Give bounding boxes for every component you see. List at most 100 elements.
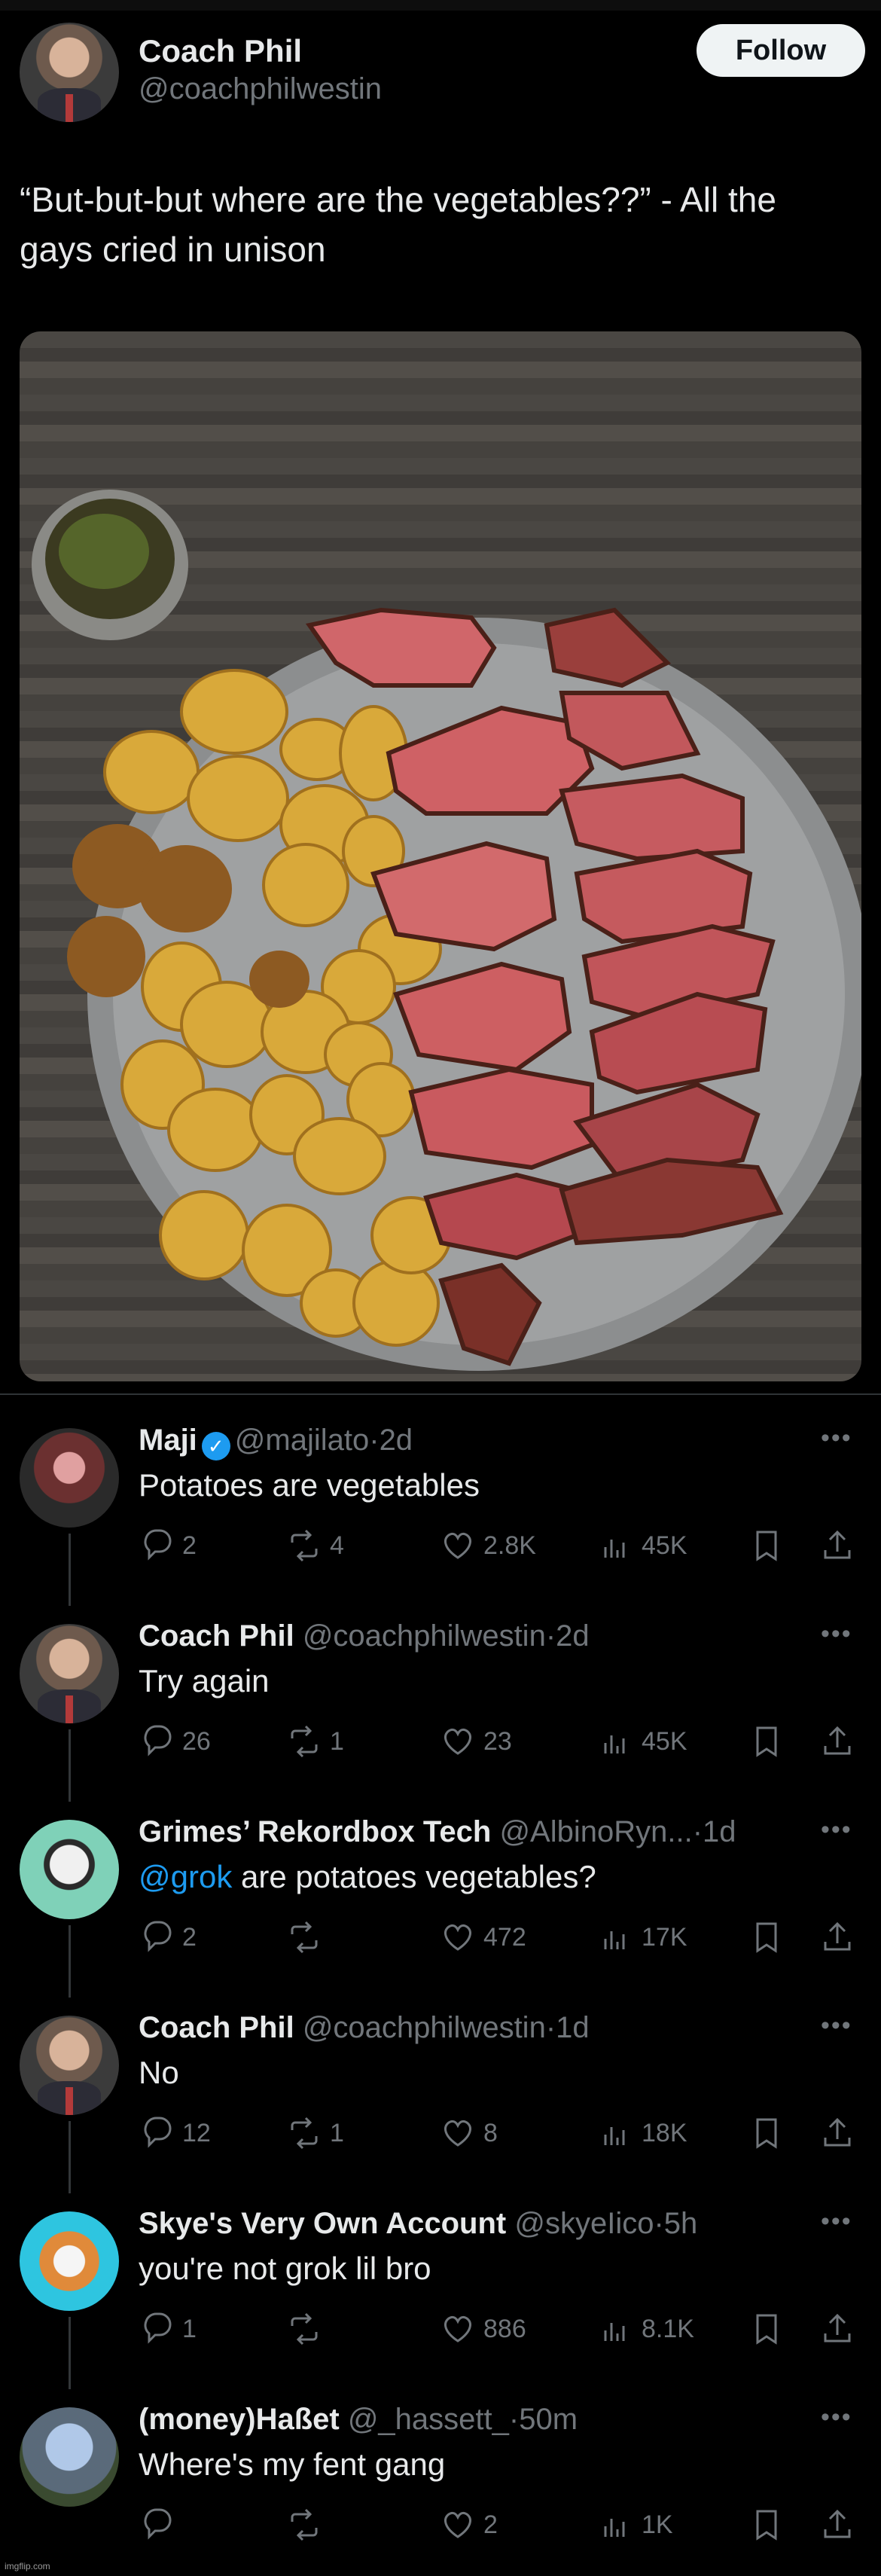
reply-item[interactable]: Maji ✓ @majilato·2d ••• Potatoes are veget… bbox=[0, 1401, 881, 1606]
reply-button[interactable]: 26 bbox=[139, 1720, 211, 1763]
reply-avatar[interactable] bbox=[20, 1820, 119, 1919]
post-header: Coach Phil @coachphilwestin Follow bbox=[20, 23, 865, 124]
reply-author-name[interactable]: Grimes’ Rekordbox Tech bbox=[139, 1815, 491, 1848]
reply-button[interactable] bbox=[139, 2504, 182, 2546]
reply-timestamp[interactable]: 50m bbox=[519, 2403, 578, 2436]
view-count: 1K bbox=[642, 2510, 673, 2539]
like-count: 2 bbox=[483, 2510, 498, 2539]
reply-author-name[interactable]: Maji bbox=[139, 1424, 197, 1457]
bookmark-icon bbox=[756, 2118, 777, 2149]
share-button[interactable] bbox=[819, 2504, 863, 2546]
reply-avatar[interactable] bbox=[20, 2016, 119, 2115]
reply-author-handle[interactable]: @coachphilwestin bbox=[303, 1619, 546, 1653]
repost-icon bbox=[291, 2508, 318, 2541]
reply-button[interactable]: 2 bbox=[139, 1525, 197, 1567]
reply-count: 26 bbox=[182, 1726, 211, 1756]
repost-button[interactable]: 1 bbox=[286, 2112, 344, 2154]
reply-avatar[interactable] bbox=[20, 2211, 119, 2311]
reply-author-name[interactable]: Skye's Very Own Account bbox=[139, 2207, 506, 2240]
reply-header: Grimes’ Rekordbox Tech @AlbinoRyn...·1d bbox=[139, 1815, 736, 1849]
bookmark-icon bbox=[756, 1922, 777, 1953]
more-icon[interactable]: ••• bbox=[821, 2011, 852, 2040]
reply-item[interactable]: Grimes’ Rekordbox Tech @AlbinoRyn...·1d … bbox=[0, 1793, 881, 1998]
reply-timestamp[interactable]: 2d bbox=[380, 1424, 413, 1457]
follow-button[interactable]: Follow bbox=[697, 24, 865, 77]
reply-author-handle[interactable]: @_hassett_ bbox=[348, 2403, 509, 2436]
views-button[interactable]: 1K bbox=[598, 2504, 673, 2546]
bookmark-button[interactable] bbox=[748, 2504, 792, 2546]
reply-button[interactable]: 1 bbox=[139, 2308, 197, 2350]
reply-avatar[interactable] bbox=[20, 1624, 119, 1723]
post-photo[interactable] bbox=[20, 331, 861, 1381]
reply-avatar[interactable] bbox=[20, 1428, 119, 1528]
like-button[interactable]: 8 bbox=[440, 2112, 498, 2154]
like-button[interactable]: 23 bbox=[440, 1720, 512, 1763]
reply-count: 2 bbox=[182, 1531, 197, 1560]
reply-item[interactable]: (money)Haßet @_hassett_·50m ••• Where's … bbox=[0, 2380, 881, 2576]
share-button[interactable] bbox=[819, 1720, 863, 1763]
like-button[interactable]: 886 bbox=[440, 2308, 526, 2350]
reply-timestamp[interactable]: 2d bbox=[556, 1619, 590, 1653]
reply-button[interactable]: 2 bbox=[139, 1916, 197, 1958]
reply-item[interactable]: Coach Phil @coachphilwestin·1d ••• No 12… bbox=[0, 1988, 881, 2193]
share-button[interactable] bbox=[819, 1525, 863, 1567]
like-button[interactable]: 472 bbox=[440, 1916, 526, 1958]
separator-dot: · bbox=[369, 1424, 380, 1457]
more-icon[interactable]: ••• bbox=[821, 1424, 852, 1453]
more-icon[interactable]: ••• bbox=[821, 1619, 852, 1649]
reply-author-handle[interactable]: @skyeIico bbox=[514, 2207, 654, 2240]
reply-author-name[interactable]: Coach Phil bbox=[139, 1619, 294, 1653]
thread-line bbox=[69, 1925, 71, 1998]
reply-author-name[interactable]: (money)Haßet bbox=[139, 2403, 340, 2436]
repost-button[interactable] bbox=[286, 2504, 330, 2546]
action-bar: 12 1 8 18K bbox=[139, 2112, 861, 2154]
reply-author-name[interactable]: Coach Phil bbox=[139, 2011, 294, 2044]
reply-author-handle[interactable]: @majilato bbox=[235, 1424, 369, 1457]
view-count: 8.1K bbox=[642, 2314, 694, 2343]
separator-dot: · bbox=[692, 1815, 703, 1848]
share-icon bbox=[824, 1921, 851, 1951]
bookmark-button[interactable] bbox=[748, 2112, 792, 2154]
reply-timestamp[interactable]: 1d bbox=[556, 2011, 590, 2044]
reply-timestamp[interactable]: 1d bbox=[703, 1815, 736, 1848]
views-button[interactable]: 17K bbox=[598, 1916, 687, 1958]
repost-button[interactable] bbox=[286, 2308, 330, 2350]
repost-button[interactable] bbox=[286, 1916, 330, 1958]
views-button[interactable]: 18K bbox=[598, 2112, 687, 2154]
like-button[interactable]: 2 bbox=[440, 2504, 498, 2546]
bookmark-button[interactable] bbox=[748, 2308, 792, 2350]
share-button[interactable] bbox=[819, 2308, 863, 2350]
reply-timestamp[interactable]: 5h bbox=[664, 2207, 698, 2240]
mention-link[interactable]: @grok bbox=[139, 1859, 232, 1894]
repost-button[interactable]: 1 bbox=[286, 1720, 344, 1763]
views-button[interactable]: 45K bbox=[598, 1525, 687, 1567]
share-button[interactable] bbox=[819, 2112, 863, 2154]
reply-icon bbox=[144, 1529, 172, 1561]
author-handle[interactable]: @coachphilwestin bbox=[139, 72, 382, 106]
views-button[interactable]: 8.1K bbox=[598, 2308, 694, 2350]
bookmark-button[interactable] bbox=[748, 1916, 792, 1958]
bookmark-button[interactable] bbox=[748, 1720, 792, 1763]
repost-button[interactable]: 4 bbox=[286, 1525, 344, 1567]
share-button[interactable] bbox=[819, 1916, 863, 1958]
like-button[interactable]: 2.8K bbox=[440, 1525, 536, 1567]
reply-body: Potatoes are vegetables bbox=[139, 1467, 480, 1503]
action-bar: 2 472 17K bbox=[139, 1916, 861, 1958]
more-icon[interactable]: ••• bbox=[821, 2207, 852, 2236]
more-icon[interactable]: ••• bbox=[821, 1815, 852, 1845]
reply-author-handle[interactable]: @AlbinoRyn... bbox=[499, 1815, 692, 1848]
author-avatar[interactable] bbox=[20, 23, 119, 122]
post-divider bbox=[0, 1393, 881, 1395]
author-name[interactable]: Coach Phil bbox=[139, 33, 302, 69]
reply-author-handle[interactable]: @coachphilwestin bbox=[303, 2011, 546, 2044]
repost-icon bbox=[291, 1529, 318, 1562]
reply-icon bbox=[144, 2117, 172, 2148]
reply-button[interactable]: 12 bbox=[139, 2112, 211, 2154]
bookmark-button[interactable] bbox=[748, 1525, 792, 1567]
reply-item[interactable]: Skye's Very Own Account @skyeIico·5h •••… bbox=[0, 2184, 881, 2389]
views-button[interactable]: 45K bbox=[598, 1720, 687, 1763]
more-icon[interactable]: ••• bbox=[821, 2403, 852, 2432]
reply-avatar[interactable] bbox=[20, 2407, 119, 2507]
repost-icon bbox=[291, 1921, 318, 1954]
reply-item[interactable]: Coach Phil @coachphilwestin·2d ••• Try a… bbox=[0, 1597, 881, 1802]
